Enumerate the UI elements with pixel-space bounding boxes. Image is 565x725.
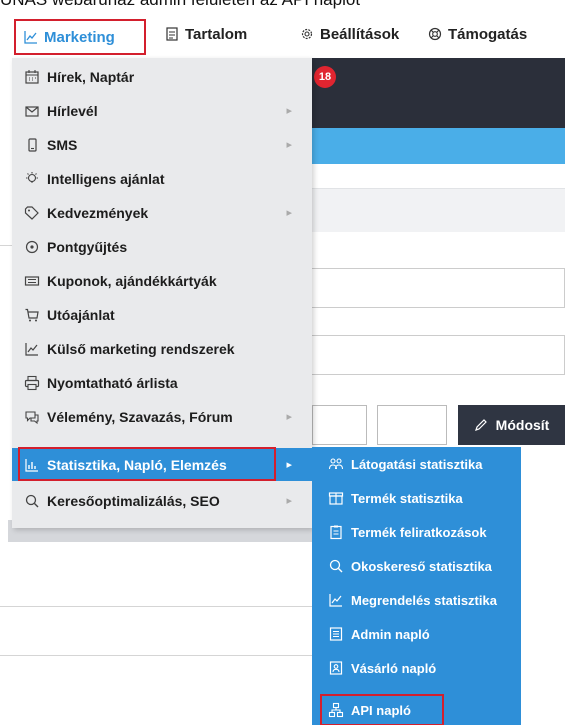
search-icon [328,558,344,574]
gear-icon [300,27,314,41]
phone-icon [24,137,40,153]
submenu-item-termek-statisztika[interactable]: Termék statisztika [312,481,521,515]
menu-item-statisztika-naplo-elemzes[interactable]: Statisztika, Napló, Elemzés ▸ [12,448,312,481]
calendar-icon [24,69,40,85]
menu-item-label: Kuponok, ajándékkártyák [47,272,217,289]
ticket-icon [24,273,40,289]
search-icon [24,493,40,509]
modify-button[interactable]: Módosít [458,405,565,445]
chat-icon [24,409,40,425]
nav-beallitasok[interactable]: Beállítások [300,20,399,48]
nav-beallitasok-label: Beállítások [320,25,400,43]
form-field[interactable] [312,335,565,375]
submenu-item-megrendeles-statisztika[interactable]: Megrendelés statisztika [312,583,521,617]
chart-line-icon [328,592,344,608]
submenu-item-okoskereso-statisztika[interactable]: Okoskereső statisztika [312,549,521,583]
divider [0,606,312,607]
menu-item-label: Keresőoptimalizálás, SEO [47,492,220,509]
chevron-right-icon: ▸ [286,459,292,471]
submenu-item-label: Megrendelés statisztika [351,592,497,608]
submenu-item-label: Okoskereső statisztika [351,558,492,574]
box-icon [328,490,344,506]
menu-item-utoajanlat[interactable]: Utóajánlat [12,298,312,331]
submenu-item-label: Vásárló napló [351,660,437,676]
header-blue-bar [312,128,565,164]
notification-badge[interactable]: 18 [314,66,336,88]
chevron-right-icon: ▸ [286,495,292,507]
menu-item-kulso-marketing[interactable]: Külső marketing rendszerek [12,332,312,365]
submenu-item-latogatasi-statisztika[interactable]: Látogatási statisztika [312,447,521,481]
menu-item-velemeny-szavazas-forum[interactable]: Vélemény, Szavazás, Fórum ▸ [12,400,312,433]
menu-item-label: Kedvezmények [47,204,149,221]
chevron-right-icon: ▸ [286,411,292,423]
page-caption: UNAS webáruház admin felületén az API na… [0,0,565,10]
menu-item-kedvezmenyek[interactable]: Kedvezmények ▸ [12,196,312,229]
pencil-icon [474,418,488,432]
submenu-item-label: Termék statisztika [351,490,463,506]
nav-marketing-label: Marketing [44,28,115,46]
submenu-item-vasarlo-naplo[interactable]: Vásárló napló [312,651,521,685]
chevron-right-icon: ▸ [286,105,292,117]
submenu-item-api-naplo[interactable]: API napló [312,693,521,725]
submenu-item-label: Admin napló [351,626,430,642]
header-dark-panel [312,58,565,128]
nav-tartalom[interactable]: Tartalom [165,20,247,48]
submenu-item-label: Látogatási statisztika [351,456,483,472]
log-icon [328,626,344,642]
envelope-icon [24,103,40,119]
menu-item-label: Külső marketing rendszerek [47,340,235,357]
menu-item-kuponok[interactable]: Kuponok, ajándékkártyák [12,264,312,297]
divider [0,655,312,656]
chart-line-icon [24,341,40,357]
printer-icon [24,375,40,391]
form-field[interactable] [312,405,367,445]
clipboard-icon [328,524,344,540]
user-card-icon [328,660,344,676]
menu-item-label: Hírlevél [47,102,98,119]
menu-item-label: Statisztika, Napló, Elemzés [47,456,227,473]
bar-chart-icon [24,457,40,473]
statisztika-submenu: Látogatási statisztika Termék statisztik… [312,447,521,725]
nav-tamogatas-label: Támogatás [448,25,528,43]
menu-item-label: Vélemény, Szavazás, Fórum [47,408,233,425]
menu-item-hirek-naptar[interactable]: Hírek, Naptár [12,60,312,93]
submenu-item-label: API napló [351,702,411,718]
form-field[interactable] [377,405,447,445]
menu-item-sms[interactable]: SMS ▸ [12,128,312,161]
menu-item-label: SMS [47,136,78,153]
network-icon [328,702,344,718]
submenu-item-label: Termék feliratkozások [351,524,487,540]
lifebuoy-icon [428,27,442,41]
chevron-right-icon: ▸ [286,207,292,219]
cart-icon [24,307,40,323]
menu-item-nyomtathato-arlista[interactable]: Nyomtatható árlista [12,366,312,399]
nav-marketing[interactable]: Marketing [14,19,146,55]
top-navigation: Marketing Tartalom Beállítások Támogatás [0,12,565,55]
menu-item-label: Pontgyűjtés [47,238,128,255]
menu-item-pontgyujtes[interactable]: Pontgyűjtés [12,230,312,263]
content-toolbar [312,188,565,232]
menu-item-keresooptimalizalas-seo[interactable]: Keresőoptimalizálás, SEO ▸ [12,484,312,517]
tag-icon [24,205,40,221]
menu-item-intelligens-ajanlat[interactable]: Intelligens ajánlat [12,162,312,195]
modify-button-label: Módosít [495,417,550,433]
menu-item-label: Hírek, Naptár [47,68,135,85]
lightbulb-icon [24,171,40,187]
marketing-dropdown-menu: Hírek, Naptár Hírlevél ▸ SMS ▸ Intellige… [12,58,312,528]
target-icon [24,239,40,255]
menu-item-label: Nyomtatható árlista [47,374,178,391]
chart-line-icon [24,30,38,44]
submenu-item-admin-naplo[interactable]: Admin napló [312,617,521,651]
menu-item-label: Intelligens ajánlat [47,170,165,187]
form-field[interactable] [312,268,565,308]
document-icon [165,27,179,41]
menu-item-label: Utóajánlat [47,306,115,323]
menu-item-hirlevel[interactable]: Hírlevél ▸ [12,94,312,127]
nav-tartalom-label: Tartalom [185,25,248,43]
nav-tamogatas[interactable]: Támogatás [428,20,527,48]
submenu-item-termek-feliratkozasok[interactable]: Termék feliratkozások [312,515,521,549]
chevron-right-icon: ▸ [286,139,292,151]
users-icon [328,456,344,472]
